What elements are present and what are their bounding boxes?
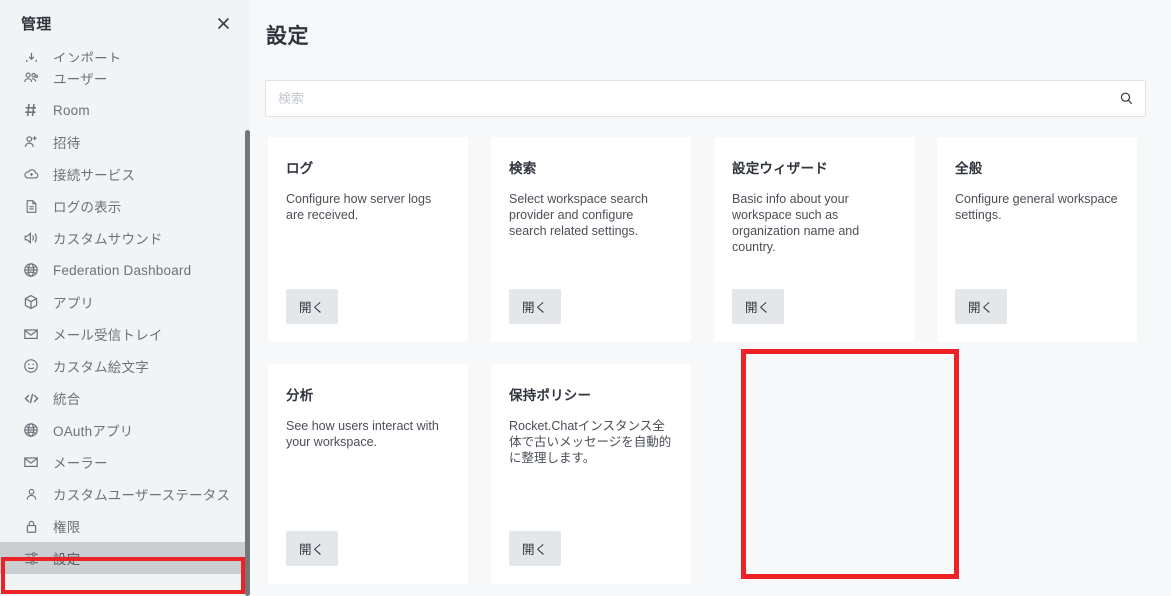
sidebar-item-label: OAuthアプリ [53, 424, 134, 439]
card-title: 設定ウィザード [732, 161, 828, 176]
card-description: Configure how server logs are received. [286, 192, 432, 222]
card-description: See how users interact with your workspa… [286, 419, 439, 449]
sidebar-item-label: Room [53, 102, 90, 118]
open-button[interactable]: 開く [732, 289, 784, 324]
document-icon [22, 197, 40, 215]
sidebar-item-label: 招待 [53, 136, 81, 151]
import-icon [22, 49, 40, 62]
search-row [265, 80, 1146, 117]
search-input[interactable] [266, 81, 1107, 116]
sidebar-item-label: カスタム絵文字 [53, 360, 149, 375]
sidebar-item-label: 設定 [53, 552, 81, 567]
card-title: 保持ポリシー [509, 388, 592, 403]
admin-settings-screen: 管理 インポート ユーザー Room 招待 接続サービス ログの表示 カスタムサ… [0, 0, 1171, 596]
globe-icon [22, 261, 40, 279]
sidebar-item-connectivity-services[interactable]: 接続サービス [0, 158, 250, 190]
sidebar-item-email-inbox[interactable]: メール受信トレイ [0, 318, 250, 350]
sidebar-nav-list: インポート ユーザー Room 招待 接続サービス ログの表示 カスタムサウンド… [0, 40, 250, 574]
close-icon[interactable] [210, 10, 236, 36]
sidebar-item-label: カスタムサウンド [53, 232, 163, 247]
sidebar-item-label: Federation Dashboard [53, 262, 192, 278]
sidebar-item-label: ログの表示 [53, 200, 122, 215]
settings-card-logs[interactable]: ログ Configure how server logs are receive… [268, 137, 468, 342]
sidebar-item-custom-emoji[interactable]: カスタム絵文字 [0, 350, 250, 382]
envelope-icon [22, 453, 40, 471]
search-icon[interactable] [1107, 81, 1145, 116]
cube-icon [22, 293, 40, 311]
sidebar-item-mailer[interactable]: メーラー [0, 446, 250, 478]
sidebar-header: 管理 [0, 0, 250, 46]
sidebar-item-custom-user-status[interactable]: カスタムユーザーステータス [0, 478, 250, 510]
sidebar-scroll-area: インポート ユーザー Room 招待 接続サービス ログの表示 カスタムサウンド… [0, 40, 250, 596]
hash-icon [22, 101, 40, 119]
sidebar-item-settings[interactable]: 設定 [0, 542, 250, 574]
sidebar-item-integrations[interactable]: 統合 [0, 382, 250, 414]
settings-main-panel: 設定 ログ Configure how server logs are rece… [250, 0, 1171, 596]
user-plus-icon [22, 133, 40, 151]
settings-cards-scroll-area: ログ Configure how server logs are receive… [250, 130, 1161, 596]
card-title: 全般 [955, 161, 983, 176]
open-button[interactable]: 開く [955, 289, 1007, 324]
card-title: ログ [286, 161, 314, 176]
code-icon [22, 389, 40, 407]
person-icon [22, 485, 40, 503]
sidebar-item-label: メール受信トレイ [53, 328, 163, 343]
settings-card-retention-policy[interactable]: 保持ポリシー Rocket.Chatインスタンス全体で古いメッセージを自動的に整… [491, 364, 691, 584]
sidebar-item-label: 権限 [53, 520, 81, 535]
sidebar-item-label: メーラー [53, 456, 108, 471]
sidebar-item-room[interactable]: Room [0, 94, 250, 126]
sidebar-item-label: カスタムユーザーステータス [53, 488, 231, 503]
settings-cards-grid: ログ Configure how server logs are receive… [250, 130, 1161, 584]
settings-card-analytics[interactable]: 分析 See how users interact with your work… [268, 364, 468, 584]
sidebar-item-permissions[interactable]: 権限 [0, 510, 250, 542]
sidebar-item-label: アプリ [53, 296, 95, 311]
open-button[interactable]: 開く [286, 531, 338, 566]
open-button[interactable]: 開く [286, 289, 338, 324]
cloud-plus-icon [22, 165, 40, 183]
users-icon [22, 69, 40, 87]
sidebar-item-label: 統合 [53, 392, 81, 407]
sidebar-item-label: ユーザー [53, 72, 108, 87]
lock-icon [22, 517, 40, 535]
smiley-icon [22, 357, 40, 375]
sidebar-item-federation-dashboard[interactable]: Federation Dashboard [0, 254, 250, 286]
sidebar-item-apps[interactable]: アプリ [0, 286, 250, 318]
sidebar-item-view-logs[interactable]: ログの表示 [0, 190, 250, 222]
card-description: Basic info about your workspace such as … [732, 192, 860, 254]
card-title: 分析 [286, 388, 314, 403]
card-description: Configure general workspace settings. [955, 192, 1118, 222]
search-box[interactable] [265, 80, 1146, 117]
open-button[interactable]: 開く [509, 289, 561, 324]
sidebar-item-oauth-apps[interactable]: OAuthアプリ [0, 414, 250, 446]
sidebar-item-custom-sounds[interactable]: カスタムサウンド [0, 222, 250, 254]
settings-card-setup-wizard[interactable]: 設定ウィザード Basic info about your workspace … [714, 137, 914, 342]
card-title: 検索 [509, 161, 537, 176]
admin-sidebar: 管理 インポート ユーザー Room 招待 接続サービス ログの表示 カスタムサ… [0, 0, 250, 596]
card-description: Rocket.Chatインスタンス全体で古いメッセージを自動的に整理します。 [509, 419, 672, 465]
settings-card-search[interactable]: 検索 Select workspace search provider and … [491, 137, 691, 342]
page-title: 設定 [266, 25, 309, 48]
sidebar-item-label: 接続サービス [53, 168, 136, 183]
sidebar-scrollbar-thumb[interactable] [245, 130, 250, 596]
card-description: Select workspace search provider and con… [509, 192, 648, 238]
sliders-icon [22, 549, 40, 567]
globe-icon [22, 421, 40, 439]
open-button[interactable]: 開く [509, 531, 561, 566]
settings-card-general[interactable]: 全般 Configure general workspace settings.… [937, 137, 1137, 342]
sidebar-title: 管理 [21, 15, 52, 33]
sidebar-item-invite[interactable]: 招待 [0, 126, 250, 158]
sidebar-item-label: インポート [53, 51, 122, 62]
speaker-icon [22, 229, 40, 247]
sidebar-item-users[interactable]: ユーザー [0, 62, 250, 94]
envelope-icon [22, 325, 40, 343]
